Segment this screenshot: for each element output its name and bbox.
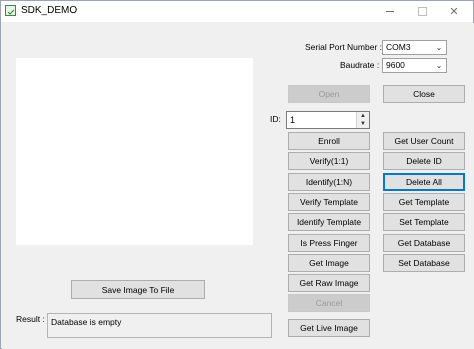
identify-button[interactable]: Identify(1:N) bbox=[288, 173, 370, 191]
result-text: Database is empty bbox=[51, 317, 122, 327]
baudrate-label: Baudrate : bbox=[340, 60, 380, 70]
is-press-finger-button[interactable]: Is Press Finger bbox=[288, 234, 370, 252]
set-template-button[interactable]: Set Template bbox=[383, 213, 465, 231]
open-button[interactable]: Open bbox=[288, 85, 370, 103]
save-image-button[interactable]: Save Image To File bbox=[71, 280, 205, 299]
window-title: SDK_DEMO bbox=[21, 5, 78, 16]
get-live-image-button[interactable]: Get Live Image bbox=[288, 319, 370, 337]
baudrate-value: 9600 bbox=[386, 60, 405, 70]
get-database-button[interactable]: Get Database bbox=[383, 234, 465, 252]
result-label: Result : bbox=[16, 314, 45, 324]
identify-template-button[interactable]: Identify Template bbox=[288, 213, 370, 231]
minimize-icon bbox=[386, 11, 394, 12]
cancel-button[interactable]: Cancel bbox=[288, 294, 370, 312]
serial-port-label: Serial Port Number : bbox=[305, 42, 382, 52]
maximize-button[interactable] bbox=[407, 1, 437, 22]
delete-all-button[interactable]: Delete All bbox=[383, 173, 465, 191]
spinner-up-icon[interactable]: ▲ bbox=[357, 112, 369, 120]
verify-button[interactable]: Verify(1:1) bbox=[288, 152, 370, 170]
verify-template-button[interactable]: Verify Template bbox=[288, 193, 370, 211]
get-user-count-button[interactable]: Get User Count bbox=[383, 132, 465, 150]
serial-port-value: COM3 bbox=[386, 42, 411, 52]
spinner-buttons[interactable]: ▲ ▼ bbox=[356, 112, 369, 128]
client-area: Serial Port Number : COM3 ⌄ Baudrate : 9… bbox=[2, 23, 474, 349]
title-bar: SDK_DEMO ✕ bbox=[1, 1, 473, 22]
get-image-button[interactable]: Get Image bbox=[288, 254, 370, 272]
close-window-button[interactable]: ✕ bbox=[439, 1, 469, 22]
set-database-button[interactable]: Set Database bbox=[383, 254, 465, 272]
id-value: 1 bbox=[290, 115, 296, 125]
close-button[interactable]: Close bbox=[383, 85, 465, 103]
fingerprint-image-preview bbox=[16, 58, 253, 245]
result-text-box: Database is empty bbox=[47, 313, 272, 338]
close-icon: ✕ bbox=[449, 6, 459, 18]
chevron-down-icon: ⌄ bbox=[435, 43, 443, 52]
enroll-button[interactable]: Enroll bbox=[288, 132, 370, 150]
id-label: ID: bbox=[270, 114, 281, 124]
minimize-button[interactable] bbox=[375, 1, 405, 22]
get-raw-image-button[interactable]: Get Raw Image bbox=[288, 274, 370, 292]
sdk-demo-window: SDK_DEMO ✕ Serial Port Number : COM3 ⌄ B… bbox=[0, 0, 474, 349]
chevron-down-icon: ⌄ bbox=[435, 61, 443, 70]
baudrate-select[interactable]: 9600 ⌄ bbox=[382, 58, 447, 73]
maximize-icon bbox=[417, 7, 427, 16]
id-spinner[interactable]: 1 ▲ ▼ bbox=[286, 111, 370, 129]
app-icon bbox=[5, 5, 16, 16]
spinner-down-icon[interactable]: ▼ bbox=[357, 120, 369, 128]
serial-port-select[interactable]: COM3 ⌄ bbox=[382, 40, 447, 55]
get-template-button[interactable]: Get Template bbox=[383, 193, 465, 211]
delete-id-button[interactable]: Delete ID bbox=[383, 152, 465, 170]
